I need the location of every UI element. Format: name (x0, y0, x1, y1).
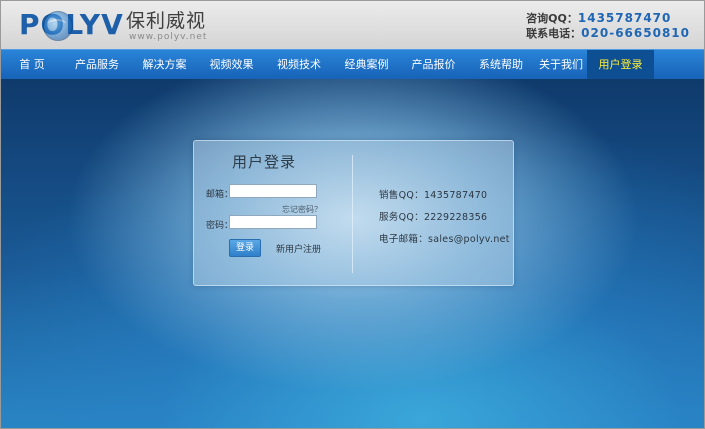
logo[interactable]: POLYV 保利威视 www.polyv.net (19, 8, 219, 44)
nav-item-home[interactable]: 首 页 (1, 50, 63, 79)
password-field[interactable] (229, 215, 317, 229)
nav-item-products[interactable]: 产品服务 (63, 50, 131, 79)
page-frame: POLYV 保利威视 www.polyv.net 咨询QQ：1435787470… (0, 0, 705, 429)
contact-phone-value: 020-66650810 (581, 26, 690, 40)
contact-phone-label: 联系电话： (526, 27, 582, 40)
login-button[interactable]: 登录 (229, 239, 261, 257)
nav-item-login[interactable]: 用户登录 (587, 50, 654, 79)
header: POLYV 保利威视 www.polyv.net 咨询QQ：1435787470… (1, 1, 704, 49)
login-title: 用户登录 (232, 153, 297, 171)
sales-qq: 销售QQ：1435787470 (379, 190, 488, 201)
nav-item-about[interactable]: 关于我们 (535, 50, 587, 79)
contact-info: 咨询QQ：1435787470 联系电话：020-66650810 (526, 11, 690, 41)
login-panel: 用户登录 邮箱： 忘记密码？ 密码： 登录 新用户注册 销售QQ：1435787… (193, 140, 514, 286)
globe-icon (43, 11, 73, 41)
nav-item-video-tech[interactable]: 视频技术 (265, 50, 333, 79)
email-field[interactable] (229, 184, 317, 198)
nav-item-video-effects[interactable]: 视频效果 (198, 50, 265, 79)
main-area: 用户登录 邮箱： 忘记密码？ 密码： 登录 新用户注册 销售QQ：1435787… (1, 79, 704, 428)
contact-qq: 咨询QQ：1435787470 (526, 11, 690, 26)
contact-qq-label: 咨询QQ： (526, 12, 578, 25)
nav-item-cases[interactable]: 经典案例 (333, 50, 400, 79)
contact-qq-value: 1435787470 (577, 11, 672, 25)
contact-phone: 联系电话：020-66650810 (526, 26, 690, 41)
forgot-password-link[interactable]: 忘记密码？ (282, 204, 322, 215)
contact-email: 电子邮箱：sales@polyv.net (379, 234, 510, 245)
logo-url: www.polyv.net (129, 32, 208, 42)
main-nav: 首 页 产品服务 解决方案 视频效果 视频技术 经典案例 产品报价 系统帮助 关… (1, 49, 704, 80)
nav-item-solutions[interactable]: 解决方案 (131, 50, 198, 79)
logo-chinese-name: 保利威视 (126, 10, 207, 32)
register-link[interactable]: 新用户注册 (276, 242, 321, 255)
nav-item-help[interactable]: 系统帮助 (467, 50, 535, 79)
nav-item-pricing[interactable]: 产品报价 (400, 50, 467, 79)
panel-divider (352, 155, 353, 273)
service-qq: 服务QQ：2229228356 (379, 212, 488, 223)
